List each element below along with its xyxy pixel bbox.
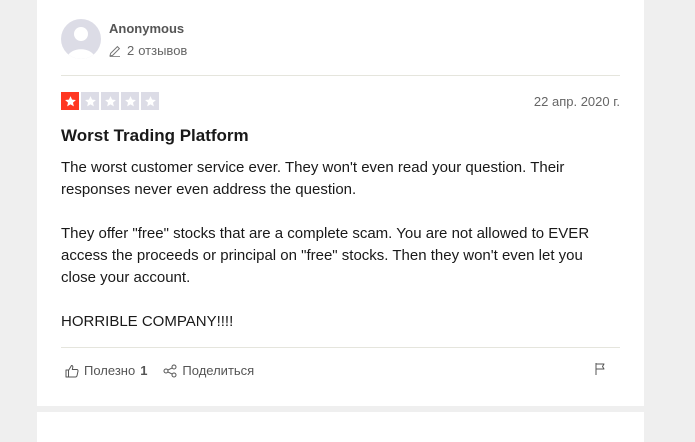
divider (61, 347, 620, 348)
consumer-reviews-count: 2 отзывов (109, 43, 187, 58)
share-button[interactable]: Поделиться (163, 363, 254, 378)
useful-button[interactable]: Полезно 1 (65, 363, 147, 378)
useful-count: 1 (140, 363, 148, 378)
divider (61, 75, 620, 76)
share-icon (163, 364, 177, 377)
review-paragraph: They offer "free" stocks that are a comp… (61, 225, 590, 286)
star-icon (61, 92, 79, 110)
star-icon (121, 92, 139, 110)
thumbs-up-icon (65, 364, 79, 377)
useful-label: Полезно (84, 363, 136, 378)
review-paragraph: The worst customer service ever. They wo… (61, 159, 565, 198)
review-date: 22 апр. 2020 г. (533, 94, 620, 109)
avatar[interactable] (61, 19, 101, 59)
reviews-count-number: 2 (127, 43, 135, 58)
star-rating (61, 92, 159, 110)
review-card: Anonymous 2 отзывов 22 апр. 2020 г. Wors… (37, 0, 644, 406)
review-actions: Полезно 1 Поделиться (65, 363, 270, 378)
star-icon (141, 92, 159, 110)
flag-icon[interactable] (593, 362, 607, 376)
review-body: The worst customer service ever. They wo… (61, 157, 621, 355)
avatar-placeholder-icon (67, 27, 95, 59)
reviews-count-label: отзывов (138, 43, 188, 58)
review-title[interactable]: Worst Trading Platform (61, 126, 249, 146)
pencil-icon (109, 45, 121, 57)
star-icon (101, 92, 119, 110)
consumer-name[interactable]: Anonymous (109, 21, 184, 36)
share-label: Поделиться (182, 363, 255, 378)
review-paragraph: HORRIBLE COMPANY!!!! (61, 313, 234, 330)
star-icon (81, 92, 99, 110)
next-review-card (37, 412, 644, 442)
